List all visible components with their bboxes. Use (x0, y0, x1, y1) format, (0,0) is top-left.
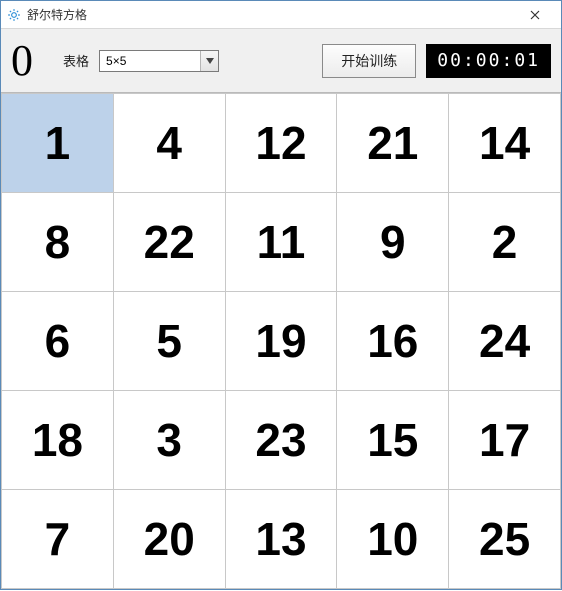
grid-cell[interactable]: 13 (225, 490, 337, 589)
grid-cell[interactable]: 14 (449, 94, 561, 193)
window-title: 舒尔特方格 (27, 6, 515, 23)
grid-cell[interactable]: 11 (225, 193, 337, 292)
grid-cell[interactable]: 19 (225, 292, 337, 391)
progress-counter: 0 (11, 39, 47, 83)
grid-cell[interactable]: 6 (2, 292, 114, 391)
grid-cell[interactable]: 10 (337, 490, 449, 589)
grid-cell[interactable]: 15 (337, 391, 449, 490)
grid-cell[interactable]: 4 (113, 94, 225, 193)
grid-cell[interactable]: 20 (113, 490, 225, 589)
grid-size-select[interactable]: 5×5 (99, 50, 219, 72)
grid-cell[interactable]: 3 (113, 391, 225, 490)
grid-size-value: 5×5 (106, 54, 126, 68)
chevron-down-icon (200, 51, 218, 71)
schulte-grid: 1412211482211926519162418323151772013102… (1, 93, 561, 589)
grid-cell[interactable]: 5 (113, 292, 225, 391)
app-window: 舒尔特方格 0 表格 5×5 开始训练 00:00:01 14122114822… (0, 0, 562, 590)
grid-cell[interactable]: 25 (449, 490, 561, 589)
start-button[interactable]: 开始训练 (322, 44, 416, 78)
close-button[interactable] (515, 1, 555, 29)
grid-cell[interactable]: 23 (225, 391, 337, 490)
grid-size-label: 表格 (63, 51, 89, 70)
grid-cell[interactable]: 17 (449, 391, 561, 490)
grid-cell[interactable]: 21 (337, 94, 449, 193)
grid-cell[interactable]: 9 (337, 193, 449, 292)
grid-cell[interactable]: 7 (2, 490, 114, 589)
timer-display: 00:00:01 (426, 44, 551, 78)
grid-cell[interactable]: 12 (225, 94, 337, 193)
grid-cell[interactable]: 24 (449, 292, 561, 391)
titlebar: 舒尔特方格 (1, 1, 561, 29)
grid-cell[interactable]: 16 (337, 292, 449, 391)
grid-cell[interactable]: 2 (449, 193, 561, 292)
grid-cell[interactable]: 18 (2, 391, 114, 490)
app-gear-icon (7, 8, 21, 22)
toolbar: 0 表格 5×5 开始训练 00:00:01 (1, 29, 561, 93)
grid-cell[interactable]: 22 (113, 193, 225, 292)
grid-cell[interactable]: 1 (2, 94, 114, 193)
grid-cell[interactable]: 8 (2, 193, 114, 292)
